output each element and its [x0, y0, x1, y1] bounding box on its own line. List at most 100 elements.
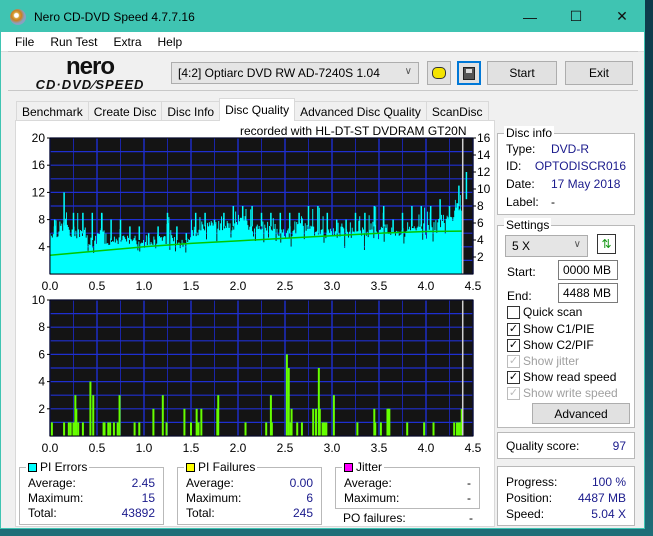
- menu-extra[interactable]: Extra: [105, 35, 149, 49]
- x-tick-label: 3.0: [324, 279, 341, 293]
- y-tick-label: 6: [38, 347, 45, 361]
- end-field[interactable]: 4488 MB: [558, 283, 618, 303]
- y-tick-label-left: 16: [32, 158, 46, 172]
- disc-info-button[interactable]: [427, 61, 451, 85]
- checkbox-quick-scan[interactable]: Quick scan: [507, 305, 582, 319]
- pi-failures-title: PI Failures: [184, 460, 258, 474]
- settings-title: Settings: [504, 218, 552, 232]
- disc-info-group: Disc info Type: DVD-R ID: OPTODISCR016 Dat…: [497, 126, 635, 215]
- checkbox-box[interactable]: [507, 305, 520, 319]
- tab-disc-quality[interactable]: Disc Quality: [219, 98, 296, 121]
- label: Position:: [506, 491, 553, 505]
- checkbox-label: Show write speed: [523, 386, 618, 400]
- disc-label-value: -: [551, 195, 555, 209]
- advanced-button[interactable]: Advanced: [532, 403, 630, 424]
- pi-failures-average-row: Average: 0.00: [186, 476, 313, 490]
- pi-errors-chart: 20 16 12 8 4 16 14 12 10 8 6 4 2 0.0 0.5 1.0 1.5 2.0 2.5 3.…: [32, 131, 491, 293]
- jitter-maximum-row: Maximum: -: [344, 491, 471, 505]
- speed-select-value: 5 X: [512, 239, 531, 253]
- checkbox-box: ✓: [507, 354, 520, 368]
- pi-errors-title-text: PI Errors: [40, 460, 88, 474]
- start-field[interactable]: 0000 MB: [558, 260, 618, 280]
- pi-failures-total-row: Total: 245: [186, 506, 313, 520]
- tab-benchmark[interactable]: Benchmark: [16, 101, 89, 121]
- pi-errors-swatch: [28, 462, 37, 472]
- label: Maximum:: [344, 491, 400, 505]
- y-tick-label: 10: [32, 293, 46, 307]
- quality-score-label: Quality score:: [506, 439, 580, 453]
- pi-failures-maximum: 6: [306, 491, 313, 505]
- toolbar-bottom-divider: [8, 90, 638, 91]
- speed-select[interactable]: 5 X ∨: [505, 235, 588, 257]
- quality-score-value: 97: [612, 439, 626, 453]
- drive-select[interactable]: [4:2] Optiarc DVD RW AD-7240S 1.04 ∨: [171, 62, 419, 84]
- y-tick-label: 2: [38, 402, 45, 416]
- label: Total:: [186, 506, 215, 520]
- x-tick-label: 4.0: [418, 279, 435, 293]
- y-tick-label-right: 8: [477, 199, 484, 213]
- x-tick-label: 4.5: [465, 279, 482, 293]
- nero-logo: nero CD·DVD⁄SPEED: [15, 55, 165, 93]
- pi-failures-title-text: PI Failures: [198, 460, 256, 474]
- checkbox-show-c1-pie[interactable]: ✓ Show C1/PIE: [507, 322, 594, 336]
- y-tick-label-right: 16: [477, 131, 491, 145]
- checkbox-label: Show jitter: [523, 354, 580, 368]
- checkbox-label: Show C1/PIE: [523, 322, 595, 336]
- y-tick-label: 4: [38, 375, 45, 389]
- menu-file[interactable]: File: [7, 35, 42, 49]
- x-tick-label: 0.0: [42, 279, 59, 293]
- jitter-title: Jitter: [342, 460, 385, 474]
- menu-bar: File Run Test Extra Help: [1, 32, 644, 52]
- tab-create-disc[interactable]: Create Disc: [87, 101, 163, 121]
- y-tick-label-right: 4: [477, 233, 484, 247]
- exit-button[interactable]: Exit: [565, 61, 633, 85]
- disc-id-row: ID: OPTODISCR016: [506, 159, 626, 173]
- x-tick-label: 1.5: [183, 279, 200, 293]
- disc-info-title: Disc info: [504, 126, 555, 140]
- jitter-group: Jitter Average: - Maximum: -: [335, 460, 480, 509]
- checkbox-show-read-speed[interactable]: ✓ Show read speed: [507, 370, 616, 384]
- disc-label-row: Label: -: [506, 195, 626, 209]
- tab-scandisc[interactable]: ScanDisc: [425, 101, 489, 121]
- pi-failures-group: PI Failures Average: 0.00 Maximum: 6 Total…: [177, 460, 322, 525]
- menu-run-test[interactable]: Run Test: [42, 35, 105, 49]
- tab-disc-info[interactable]: Disc Info: [161, 101, 221, 121]
- label: Type:: [506, 142, 536, 156]
- disc-id-value: OPTODISCR016: [534, 159, 626, 173]
- label: Maximum:: [186, 491, 242, 505]
- po-failures-row: PO failures: -: [343, 511, 473, 525]
- close-button[interactable]: ✕: [599, 1, 645, 32]
- save-button[interactable]: [457, 61, 481, 85]
- pi-failures-maximum-row: Maximum: 6: [186, 491, 313, 505]
- x-tick-label: 1.0: [136, 279, 153, 293]
- tab-advanced-disc-quality[interactable]: Advanced Disc Quality: [294, 101, 427, 121]
- checkbox-box[interactable]: ✓: [507, 338, 520, 352]
- end-label: End:: [507, 289, 532, 303]
- tab-bar: Benchmark Create Disc Disc Info Disc Qua…: [16, 98, 489, 121]
- menu-help[interactable]: Help: [150, 35, 191, 49]
- checkbox-label: Show read speed: [523, 370, 617, 384]
- refresh-speed-button[interactable]: ⇅: [597, 234, 616, 254]
- pi-errors-total-row: Total: 43892: [28, 506, 155, 520]
- x-tick-label: 3.5: [371, 441, 388, 455]
- checkbox-show-jitter: ✓ Show jitter: [507, 354, 579, 368]
- checkbox-box[interactable]: ✓: [507, 370, 520, 384]
- checkbox-show-c2-pif[interactable]: ✓ Show C2/PIF: [507, 338, 594, 352]
- chevron-down-icon: ∨: [404, 66, 412, 77]
- checkbox-show-write-speed: ✓ Show write speed: [507, 386, 618, 400]
- x-tick-label: 1.5: [183, 441, 200, 455]
- checkbox-label: Show C2/PIF: [523, 338, 594, 352]
- label: Label:: [506, 195, 539, 209]
- maximize-button[interactable]: ☐: [553, 1, 599, 32]
- progress-row: Progress: 100 %: [506, 475, 626, 489]
- x-tick-label: 2.0: [230, 441, 247, 455]
- quality-score-group: Quality score: 97: [497, 432, 635, 459]
- checkbox-box[interactable]: ✓: [507, 322, 520, 336]
- y-tick-label-left: 8: [38, 213, 45, 227]
- start-label: Start:: [507, 265, 536, 279]
- disc-info-icon: [432, 67, 446, 79]
- label: Progress:: [506, 475, 558, 489]
- start-button[interactable]: Start: [487, 61, 557, 85]
- minimize-button[interactable]: —: [507, 1, 553, 32]
- disc-type-value: DVD-R: [551, 142, 589, 156]
